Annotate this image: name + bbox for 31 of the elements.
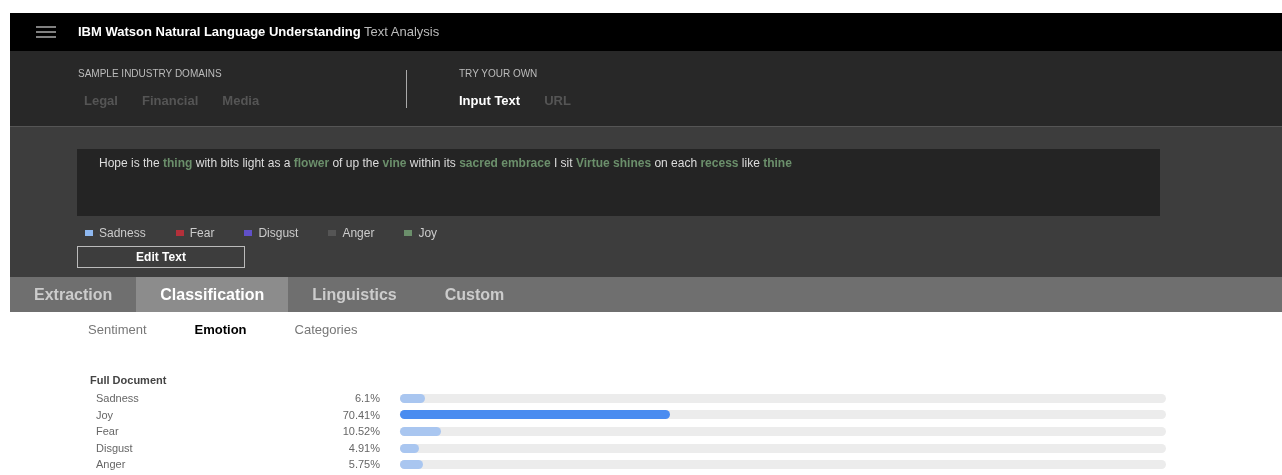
section-label: TRY YOUR OWN bbox=[459, 67, 539, 82]
tab[interactable]: Extraction bbox=[10, 277, 137, 312]
tab[interactable]: Classification bbox=[136, 277, 289, 312]
emotion-score: 6.1% bbox=[353, 391, 380, 407]
emotion-name: Anger bbox=[95, 457, 127, 473]
menu-icon[interactable] bbox=[36, 26, 56, 38]
section-label: SAMPLE INDUSTRY DOMAINS bbox=[78, 67, 223, 82]
tab[interactable]: Custom bbox=[420, 277, 529, 312]
emotion-name: Joy bbox=[95, 407, 115, 423]
section-title: Full Document bbox=[90, 372, 168, 388]
subtab[interactable]: Sentiment bbox=[88, 320, 147, 340]
emotion-score: 5.75% bbox=[347, 457, 380, 473]
subtab[interactable]: Emotion bbox=[194, 320, 247, 340]
legend-label: Sadness bbox=[99, 225, 146, 242]
app-subtitle: Text Analysis bbox=[364, 24, 440, 40]
tab[interactable]: Linguistics bbox=[288, 277, 421, 312]
emotion-score: 10.52% bbox=[341, 424, 380, 440]
legend-label: Anger bbox=[342, 225, 375, 242]
legend-label: Fear bbox=[189, 225, 215, 242]
subtab[interactable]: Categories bbox=[294, 320, 358, 340]
text-passage: Hope is the thing with bits light as a flower of up the vine within its sacred embrace I sit Virtue shines on each recess like thine bbox=[77, 149, 1160, 216]
input-mode-tab[interactable]: Input Text bbox=[459, 91, 521, 111]
edit-text-button[interactable]: Edit Text bbox=[77, 246, 245, 268]
emotion-score: 70.41% bbox=[341, 407, 380, 423]
emotion-name: Fear bbox=[95, 424, 120, 440]
legend-label: Joy bbox=[418, 225, 438, 242]
app-title: IBM Watson Natural Language Understanding bbox=[78, 24, 361, 40]
emotion-name: Disgust bbox=[95, 440, 134, 456]
emotion-score: 4.91% bbox=[347, 440, 380, 456]
legend-label: Disgust bbox=[258, 225, 299, 242]
emotion-name: Sadness bbox=[95, 391, 140, 407]
